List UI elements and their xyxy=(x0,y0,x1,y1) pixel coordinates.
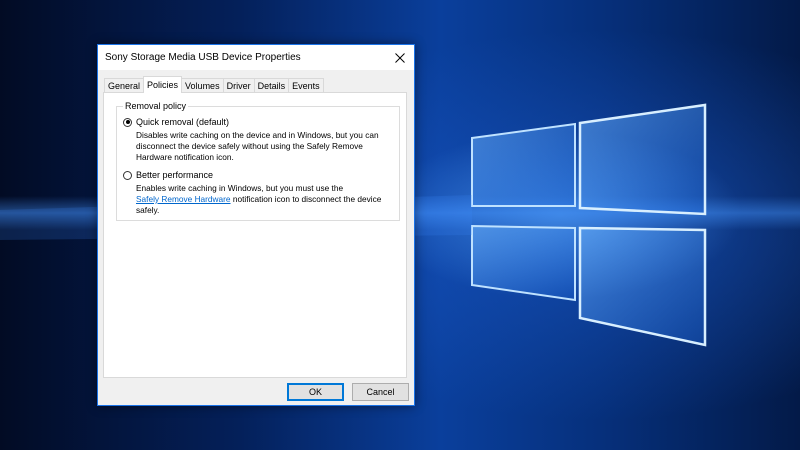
tab-strip: General Policies Volumes Driver Details … xyxy=(104,76,324,93)
close-icon xyxy=(395,52,405,63)
better-performance-text-before: Enables write caching in Windows, but yo… xyxy=(136,183,344,193)
quick-removal-radio[interactable] xyxy=(123,117,132,127)
quick-removal-description: Disables write caching on the device and… xyxy=(136,130,379,162)
better-performance-label[interactable]: Better performance xyxy=(136,170,213,180)
properties-dialog: Sony Storage Media USB Device Properties… xyxy=(97,44,415,406)
ok-button[interactable]: OK xyxy=(287,383,344,401)
close-button[interactable] xyxy=(386,45,414,70)
cancel-button[interactable]: Cancel xyxy=(352,383,409,401)
group-label: Removal policy xyxy=(123,101,189,111)
tab-volumes[interactable]: Volumes xyxy=(181,78,224,92)
title-bar[interactable]: Sony Storage Media USB Device Properties xyxy=(98,45,414,70)
safely-remove-hardware-link[interactable]: Safely Remove Hardware xyxy=(136,194,231,204)
tab-events[interactable]: Events xyxy=(288,78,324,92)
policies-panel: Removal policy Quick removal (default) D… xyxy=(103,92,407,378)
tab-general[interactable]: General xyxy=(104,78,145,92)
better-performance-option[interactable]: Better performance xyxy=(123,170,213,180)
removal-policy-group: Removal policy Quick removal (default) D… xyxy=(116,101,400,221)
quick-removal-label[interactable]: Quick removal (default) xyxy=(136,117,229,127)
better-performance-description: Enables write caching in Windows, but yo… xyxy=(136,183,396,216)
quick-removal-option[interactable]: Quick removal (default) xyxy=(123,117,229,127)
tab-driver[interactable]: Driver xyxy=(222,78,255,92)
dialog-title: Sony Storage Media USB Device Properties xyxy=(105,52,301,63)
better-performance-radio[interactable] xyxy=(123,170,132,180)
tab-details[interactable]: Details xyxy=(253,78,290,92)
tab-policies[interactable]: Policies xyxy=(143,76,183,93)
